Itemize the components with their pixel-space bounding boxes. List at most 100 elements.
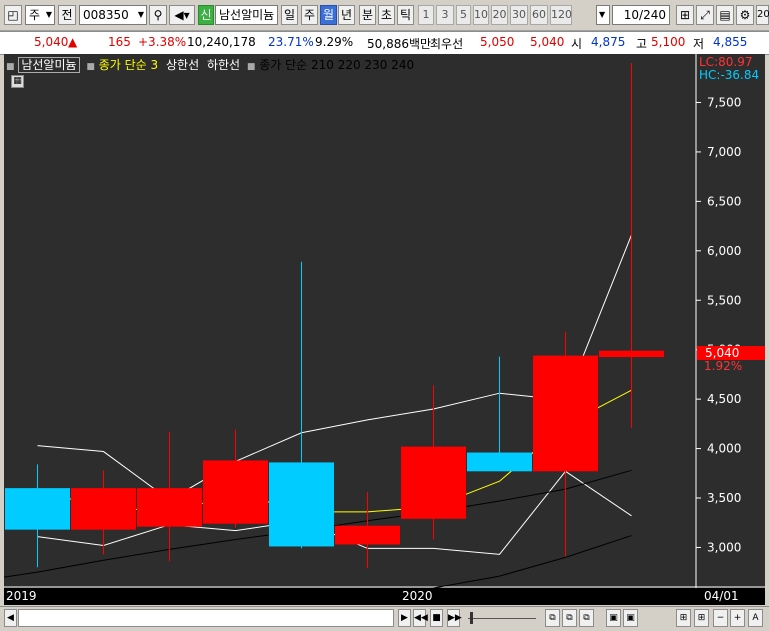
interval-button-2[interactable]: 5 <box>456 5 471 25</box>
interval-button-1[interactable]: 3 <box>436 5 454 25</box>
y-tick-label: 3,500 <box>707 491 741 505</box>
market-select[interactable]: 주 ▼ <box>25 5 55 25</box>
legend-marker-icon: ■ <box>6 62 15 72</box>
chevron-down-icon: ▼ <box>45 10 52 19</box>
gear-icon[interactable]: ⚙ <box>736 5 754 25</box>
scroll-right-icon[interactable]: ▶ <box>398 609 411 627</box>
zoom-in-icon[interactable]: + <box>730 609 745 627</box>
interval-button-4[interactable]: 20 <box>491 5 508 25</box>
tab-period-3[interactable]: 년 <box>338 5 355 25</box>
slider-handle[interactable] <box>470 612 473 624</box>
high-label: 고 <box>636 37 648 51</box>
toolbar: ◰ 주 ▼ 전 008350 ▼ ⚲ ◀▾ 신 남선알미늄 ▼ 10/240 ⊞ ⤢… <box>0 0 769 31</box>
layout2-icon[interactable]: ⧉ <box>562 609 577 627</box>
speaker-icon[interactable]: ◀▾ <box>169 5 195 25</box>
chevron-down-icon: ▼ <box>599 10 606 19</box>
y-axis-ticks: 3,0003,5004,0004,5005,0005,5006,0006,500… <box>696 95 741 554</box>
count-field[interactable]: 10/240 <box>612 5 670 25</box>
count-value: 10 <box>623 8 640 22</box>
legend-long-ma[interactable]: 종가 단순 210 220 230 240 <box>259 58 414 72</box>
quote-bar: 5,040 ▲ 165 +3.38% 10,240,178 23.71% 9.2… <box>0 31 769 55</box>
calculator-icon[interactable]: ▦ <box>11 75 24 88</box>
grid-icon[interactable]: ⊞ <box>676 5 694 25</box>
credit-badge[interactable]: 신 <box>198 5 214 25</box>
tab-period-4[interactable]: 분 <box>359 5 376 25</box>
all-button[interactable]: 전 <box>58 5 76 25</box>
candle-body <box>335 525 400 545</box>
tab-period-2[interactable]: 월 <box>320 5 337 25</box>
candle-body <box>467 452 532 472</box>
high-price: 5,100 <box>651 35 686 49</box>
y-tick-label: 7,500 <box>707 95 741 109</box>
y-tick-label: 6,500 <box>707 194 741 208</box>
interval-button-0[interactable]: 1 <box>418 5 434 25</box>
tab-period-5[interactable]: 초 <box>378 5 395 25</box>
volume: 10,240,178 <box>187 35 256 49</box>
up-arrow-icon: ▲ <box>68 35 78 49</box>
stock-code-value: 008350 <box>83 8 129 22</box>
price-tag: 5,040 <box>697 346 765 360</box>
open-price: 4,875 <box>591 35 626 49</box>
tile-icon[interactable]: ⊞ <box>676 609 691 627</box>
print-icon[interactable]: ▤ <box>716 5 734 25</box>
market-select-value: 주 <box>29 8 41 22</box>
interval-button-6[interactable]: 60 <box>530 5 548 25</box>
edge-label: 20 <box>756 5 769 25</box>
current-price: 5,040 <box>34 35 69 49</box>
interval-button-7[interactable]: 120 <box>550 5 572 25</box>
chart-area[interactable]: 3,0003,5004,0004,5005,0005,5006,0006,500… <box>4 54 765 605</box>
legend: ■ 남선알미늄 ■ 종가 단순 3 상한선 하한선 ■ 종가 단순 210 22… <box>6 56 414 73</box>
x-axis-label: 04/01 <box>704 589 739 603</box>
draw-tool-icon[interactable]: ⤢ <box>696 5 714 25</box>
legend-marker-icon: ■ <box>86 62 95 72</box>
slider-track <box>468 618 536 619</box>
tab-period-1[interactable]: 주 <box>301 5 318 25</box>
ma240-line <box>426 535 632 592</box>
stop-icon[interactable]: ■ <box>430 609 443 627</box>
y-tick-label: 3,000 <box>707 540 741 554</box>
turnover-ratio: 23.71% <box>268 35 314 49</box>
fast-forward-icon[interactable]: ▶▶ <box>447 609 462 627</box>
tab-period-0[interactable]: 일 <box>281 5 298 25</box>
candle-body <box>401 446 466 519</box>
time-axis-band <box>4 588 765 605</box>
legend-stock-name[interactable]: 남선알미늄 <box>18 57 80 73</box>
best-ask: 5,050 <box>480 35 515 49</box>
y-tick-label: 4,500 <box>707 392 741 406</box>
font-size-icon[interactable]: A <box>748 609 763 627</box>
search-icon[interactable]: ⚲ <box>149 5 167 25</box>
pct-tag: 1.92% <box>704 359 743 373</box>
price-change: 165 <box>108 35 131 49</box>
window2-icon[interactable]: ▣ <box>623 609 638 627</box>
rewind-icon[interactable]: ◀◀ <box>413 609 428 627</box>
interval-button-5[interactable]: 30 <box>510 5 528 25</box>
zoom-slider[interactable] <box>466 610 538 626</box>
legend-upper-band[interactable]: 상한선 <box>166 58 199 72</box>
bottom-scrollbar: ◀ ▶ ◀◀ ■ ▶▶ ⧉ ⧉ ⧉ ▣ ▣ ⊞ ⊞ − + A <box>0 606 769 631</box>
interval-button-3[interactable]: 10 <box>473 5 489 25</box>
legend-lower-band[interactable]: 하한선 <box>207 58 240 72</box>
layout-icon[interactable]: ⧉ <box>545 609 560 627</box>
layout3-icon[interactable]: ⧉ <box>579 609 594 627</box>
scroll-track[interactable] <box>18 609 394 627</box>
stock-code-input[interactable]: 008350 ▼ <box>79 5 147 25</box>
chevron-down-icon: ▼ <box>137 10 144 19</box>
tile2-icon[interactable]: ⊞ <box>694 609 709 627</box>
count-total: /240 <box>639 8 666 22</box>
open-label: 시 <box>571 37 583 51</box>
candles <box>5 62 664 569</box>
y-tick-label: 7,000 <box>707 145 741 159</box>
window-icon[interactable]: ▣ <box>606 609 621 627</box>
window-menu-icon[interactable]: ◰ <box>4 5 22 25</box>
legend-ma3[interactable]: 종가 단순 3 <box>99 58 158 72</box>
interval-dropdown[interactable]: ▼ <box>596 5 610 25</box>
candle-body <box>533 355 598 472</box>
x-axis-label: 2020 <box>402 589 433 603</box>
x-axis-label: 2019 <box>6 589 37 603</box>
candle-body <box>203 460 268 524</box>
zoom-out-icon[interactable]: − <box>713 609 728 627</box>
tab-period-6[interactable]: 틱 <box>397 5 414 25</box>
low-price: 4,855 <box>713 35 748 49</box>
candlestick-chart[interactable]: 3,0003,5004,0004,5005,0005,5006,0006,500… <box>4 54 765 605</box>
scroll-left-icon[interactable]: ◀ <box>4 609 17 627</box>
